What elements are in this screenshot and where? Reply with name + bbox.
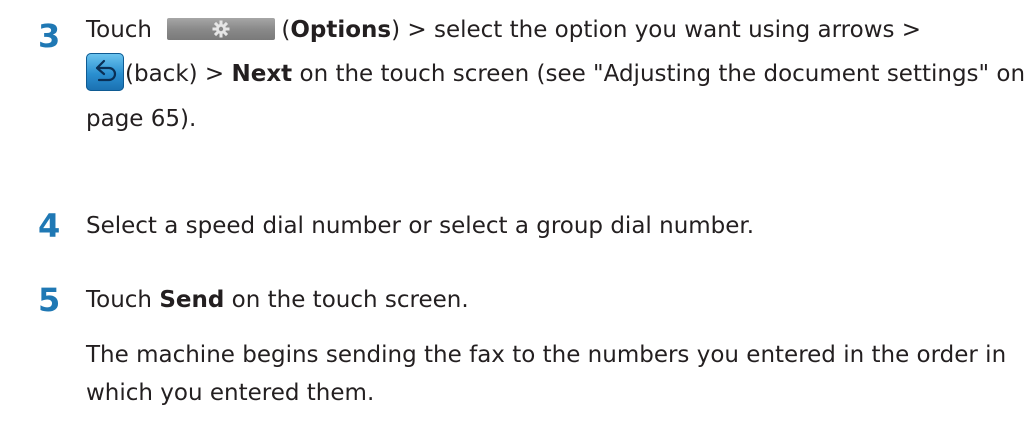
step-text: Touch	[86, 17, 153, 43]
next-label: Next	[231, 61, 293, 87]
step-body: Touch (Options) > select the option you …	[86, 8, 1026, 141]
send-label: Send	[159, 287, 225, 313]
step-followup: The machine begins sending the fax to th…	[86, 342, 1007, 406]
step-body: Touch Send on the touch screen. The mach…	[86, 278, 1026, 412]
step-3-text: Touch (Options) > select the option you …	[86, 17, 1026, 132]
step-text: on the touch screen.	[224, 287, 469, 313]
step-number: 4	[38, 207, 61, 245]
step-number: 5	[38, 281, 61, 319]
step-text: Select a speed dial number or select a g…	[86, 213, 755, 239]
options-label: Options	[290, 17, 392, 43]
options-gear-icon	[167, 17, 276, 40]
step-number: 3	[38, 17, 61, 55]
step-text: > select the option you want using arrow…	[400, 17, 922, 43]
step-text: Touch	[86, 287, 160, 313]
step-5-text: Touch Send on the touch screen.	[86, 278, 1026, 322]
back-arrow-icon	[86, 52, 124, 91]
step-body: Select a speed dial number or select a g…	[86, 204, 1026, 248]
step-text: (back) >	[125, 61, 232, 87]
